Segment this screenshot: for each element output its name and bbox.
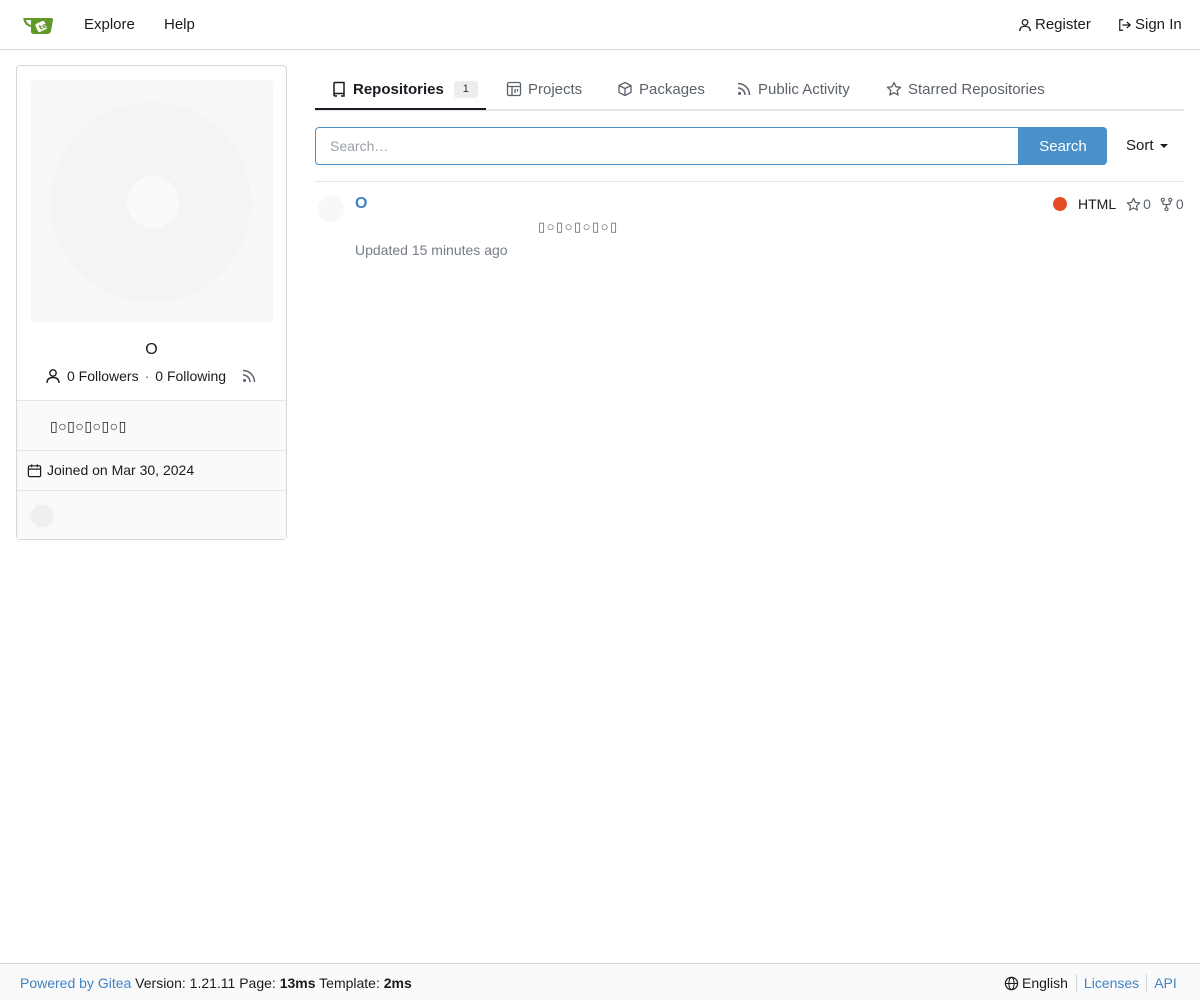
organizations-section: [17, 491, 286, 539]
footer-info: Powered by Gitea Version: 1.21.11 Page: …: [20, 974, 412, 992]
tab-public-activity-label: Public Activity: [758, 80, 850, 98]
licenses-link[interactable]: Licenses: [1077, 974, 1148, 992]
follow-separator: ·: [144, 368, 150, 384]
profile-tabs: Repositories 1 Projects Packages Public …: [315, 66, 1184, 111]
repo-avatar: [318, 196, 344, 222]
sort-dropdown[interactable]: Sort: [1126, 137, 1168, 155]
page-footer: Powered by Gitea Version: 1.21.11 Page: …: [0, 963, 1200, 1000]
nav-help[interactable]: Help: [164, 16, 195, 34]
joined-label: Joined on Mar 30, 2024: [47, 462, 195, 478]
globe-icon: [1004, 976, 1019, 990]
divider: [315, 181, 1184, 182]
tab-public-activity[interactable]: Public Activity: [736, 78, 850, 100]
package-icon: [618, 81, 632, 97]
register-button[interactable]: Register: [1018, 16, 1091, 34]
powered-by-link[interactable]: Powered by Gitea: [20, 975, 131, 991]
repo-stars[interactable]: 0: [1126, 196, 1151, 212]
language-label: English: [1022, 975, 1068, 991]
sign-in-label: Sign In: [1135, 16, 1182, 33]
followers-link[interactable]: 0 Followers: [67, 368, 139, 384]
tab-packages[interactable]: Packages: [617, 78, 705, 100]
nav-explore[interactable]: Explore: [84, 16, 135, 34]
repo-forks[interactable]: 0: [1159, 196, 1184, 212]
repo-icon: [333, 81, 345, 97]
top-navbar: tea Explore Help Register Sign In: [0, 0, 1200, 50]
star-icon: [1126, 197, 1141, 211]
repo-forks-count: 0: [1175, 196, 1184, 212]
footer-version: Version: 1.21.11 Page:: [131, 975, 280, 991]
repo-description: ▯○▯○▯○▯○▯: [538, 219, 619, 234]
follow-stats: 0 Followers · 0 Following: [45, 366, 259, 386]
joined-section: Joined on Mar 30, 2024: [17, 451, 286, 490]
tab-starred-repositories[interactable]: Starred Repositories: [886, 78, 1045, 100]
footer-template-time: 2ms: [383, 975, 412, 991]
tab-repositories-label: Repositories: [353, 80, 444, 98]
footer-template-label: Template:: [315, 975, 384, 991]
footer-links: English Licenses API: [1004, 974, 1177, 992]
profile-card: O 0 Followers · 0 Following ▯○▯○▯○▯○▯ Jo…: [16, 65, 287, 540]
repo-stars-count: 0: [1143, 196, 1151, 212]
register-label: Register: [1035, 16, 1091, 33]
repo-search-input[interactable]: [315, 127, 1019, 165]
tab-starred-label: Starred Repositories: [908, 80, 1045, 98]
sign-in-button[interactable]: Sign In: [1118, 16, 1182, 34]
tab-packages-label: Packages: [639, 80, 705, 98]
following-link[interactable]: 0 Following: [155, 368, 226, 384]
tab-projects-label: Projects: [528, 80, 583, 98]
avatar: [31, 80, 273, 322]
profile-description-section: ▯○▯○▯○▯○▯: [17, 401, 286, 450]
pulse-icon: [737, 82, 751, 96]
avatar-shape-center: [127, 176, 179, 228]
repo-updated-time: Updated 15 minutes ago: [355, 242, 508, 258]
repositories-count-badge: 1: [453, 80, 478, 98]
language-selector[interactable]: English: [1004, 974, 1077, 992]
person-icon: [46, 369, 60, 384]
rss-icon[interactable]: [241, 368, 257, 384]
active-tab-indicator: [315, 108, 486, 110]
search-button[interactable]: Search: [1019, 127, 1107, 165]
profile-description: ▯○▯○▯○▯○▯: [50, 418, 127, 434]
api-link[interactable]: API: [1147, 974, 1177, 992]
repo-language: HTML: [1078, 196, 1117, 212]
tab-repositories[interactable]: Repositories 1: [331, 78, 478, 100]
footer-page-time: 13ms: [279, 975, 316, 991]
star-icon: [886, 81, 902, 96]
organization-avatar[interactable]: [31, 505, 53, 527]
project-icon: [506, 81, 522, 97]
repo-meta: HTML 0 0: [1053, 195, 1184, 213]
fork-icon: [1160, 197, 1173, 211]
person-icon: [1019, 18, 1031, 32]
gitea-logo-icon[interactable]: tea: [22, 12, 54, 38]
language-color-dot: [1053, 197, 1067, 211]
calendar-icon: [27, 463, 42, 477]
tab-projects[interactable]: Projects: [506, 78, 582, 100]
repo-name-link[interactable]: O: [355, 194, 367, 214]
joined-date: Joined on Mar 30, 2024: [27, 462, 194, 478]
chevron-down-icon: [1159, 144, 1168, 148]
sign-in-icon: [1119, 19, 1132, 31]
sort-label: Sort: [1126, 137, 1154, 154]
profile-name: O: [145, 341, 158, 358]
